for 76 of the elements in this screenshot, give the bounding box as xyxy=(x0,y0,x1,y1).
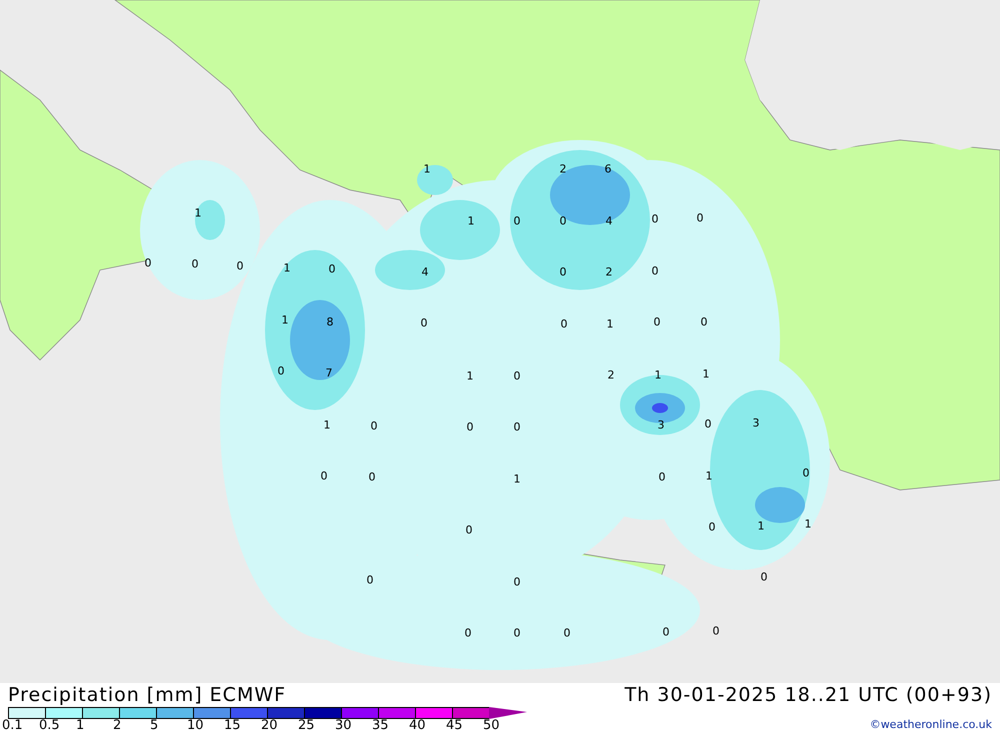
precipitation-value: 2 xyxy=(608,370,614,380)
precipitation-value: 0 xyxy=(328,264,336,274)
precipitation-value: 1 xyxy=(194,208,202,218)
precipitation-value: 0 xyxy=(514,576,520,588)
precipitation-value: 0 xyxy=(192,258,198,270)
precipitation-value: 6 xyxy=(604,164,612,174)
precipitation-value: 1 xyxy=(466,370,474,382)
precipitation-value: 2 xyxy=(560,164,566,174)
precipitation-value: 0 xyxy=(560,318,568,330)
legend-tick-label: 0.1 xyxy=(2,719,24,733)
precipitation-value: 0 xyxy=(662,626,670,638)
precipitation-value: 4 xyxy=(422,266,428,278)
precipitation-value: 4 xyxy=(606,216,612,226)
precipitation-value: 0 xyxy=(704,418,712,430)
legend-tick-label: 40 xyxy=(409,719,427,733)
precipitation-value: 0 xyxy=(514,370,520,382)
legend-tick-label: 25 xyxy=(298,719,316,733)
precipitation-value: 1 xyxy=(758,520,764,532)
precipitation-value: 1 xyxy=(514,474,520,484)
precipitation-value: 8 xyxy=(326,316,334,328)
precipitation-value: 0 xyxy=(514,216,520,226)
precipitation-value: 0 xyxy=(658,472,666,482)
precipitation-value: 0 xyxy=(652,266,658,276)
precipitation-value: 1 xyxy=(654,370,662,380)
precipitation-value: 3 xyxy=(752,418,760,428)
precipitation-value: 1 xyxy=(284,262,290,274)
legend-tick-label: 0.5 xyxy=(39,719,61,733)
legend-tick-label: 35 xyxy=(372,719,390,733)
precipitation-value: 0 xyxy=(464,628,472,638)
precipitation-value: 0 xyxy=(368,472,376,482)
precipitation-value: 0 xyxy=(466,524,472,536)
precipitation-value: 0 xyxy=(560,266,566,278)
precipitation-value: 0 xyxy=(708,522,716,532)
legend-tick-label: 30 xyxy=(335,719,353,733)
precipitation-value: 7 xyxy=(326,368,332,378)
precipitation-value: 0 xyxy=(466,422,474,432)
precipitation-value: 0 xyxy=(654,316,660,328)
precipitation-value: 0 xyxy=(760,572,768,582)
precipitation-value: 0 xyxy=(366,574,374,586)
precipitation-value: 0 xyxy=(700,316,708,328)
precipitation-value: 1 xyxy=(702,368,710,380)
legend-tick-label: 10 xyxy=(187,719,205,733)
legend-tick-label: 5 xyxy=(150,719,160,733)
precipitation-value: 0 xyxy=(802,468,810,478)
precipitation-value: 0 xyxy=(320,470,328,482)
legend-tick-label: 2 xyxy=(113,719,122,733)
precipitation-value: 3 xyxy=(658,420,664,430)
precipitation-value: 0 xyxy=(564,628,570,638)
precipitation-value: 1 xyxy=(606,318,614,330)
precipitation-value: 0 xyxy=(514,628,520,638)
legend-tick-label: 15 xyxy=(224,719,242,733)
precipitation-value: 2 xyxy=(606,266,612,278)
precipitation-value: 1 xyxy=(804,518,812,530)
precipitation-value: 1 xyxy=(468,216,474,226)
precipitation-value: 0 xyxy=(560,216,566,226)
map-title: Precipitation [mm] ECMWF xyxy=(8,683,288,707)
precipitation-value: 1 xyxy=(282,314,288,326)
precipitation-value: 0 xyxy=(712,626,720,636)
precipitation-value: 0 xyxy=(652,214,658,224)
precipitation-value: 0 xyxy=(370,420,378,432)
legend-tick-label: 20 xyxy=(261,719,279,733)
credit-text: ©weatheronline.co.uk xyxy=(870,718,992,733)
precipitation-value: 0 xyxy=(514,422,520,432)
legend-arrow-icon xyxy=(489,707,527,719)
precipitation-value: 0 xyxy=(420,318,428,328)
legend-tick-label: 1 xyxy=(76,719,86,733)
precipitation-value: 0 xyxy=(144,258,152,268)
precipitation-value: 0 xyxy=(278,366,284,376)
precipitation-value: 1 xyxy=(324,420,330,430)
precipitation-value: 0 xyxy=(696,212,704,224)
legend-tick-label: 45 xyxy=(446,719,464,733)
valid-time: Th 30-01-2025 18..21 UTC (00+93) xyxy=(624,683,992,707)
precipitation-value: 0 xyxy=(236,260,244,272)
precipitation-value: 1 xyxy=(424,164,430,174)
precipitation-value: 1 xyxy=(706,470,712,482)
legend-tick-label: 50 xyxy=(483,719,501,733)
